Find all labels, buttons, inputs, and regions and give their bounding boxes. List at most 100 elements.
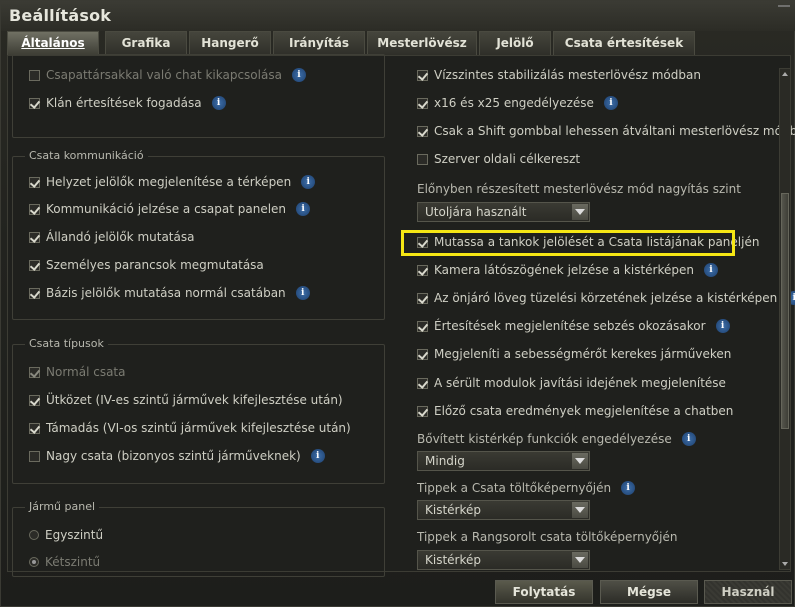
checkbox[interactable] (417, 97, 428, 109)
tab-sound[interactable]: Hangerő (189, 31, 271, 55)
checkbox[interactable] (417, 405, 428, 417)
info-icon[interactable]: i (603, 96, 618, 110)
checkbox-row[interactable]: Klán értesítések fogadása i (29, 94, 226, 112)
checkbox[interactable] (417, 320, 428, 332)
checkbox[interactable] (417, 125, 428, 137)
title-bar: Beállítások (1, 1, 795, 31)
checkbox[interactable] (29, 394, 40, 406)
checkbox-label: Bázis jelölők mutatása normál csatában (46, 286, 286, 300)
tab-general[interactable]: Általános (7, 31, 99, 56)
checkbox-row[interactable]: x16 és x25 engedélyezése i (417, 94, 618, 112)
scroll-up-icon[interactable] (780, 69, 790, 79)
chevron-down-icon[interactable] (572, 204, 588, 220)
checkbox[interactable] (417, 69, 428, 81)
checkbox-row[interactable]: Szerver oldali célkereszt (417, 150, 580, 168)
info-icon[interactable]: i (621, 481, 636, 495)
checkbox-row[interactable]: Támadás (VI-os szintű járművek kifejlesz… (29, 419, 351, 437)
info-icon[interactable]: i (296, 202, 311, 216)
radio-row[interactable]: Kétszintű (29, 553, 100, 571)
checkbox-row[interactable]: Megjeleníti a sebességmérőt kerekes járm… (417, 345, 731, 363)
minimap-label: Bővített kistérkép funkciók engedélyezés… (417, 432, 696, 446)
checkbox-label: Csapattársakkal való chat kikapcsolása (46, 68, 282, 82)
checkbox-row[interactable]: Vízszintes stabilizálás mesterlövész mód… (417, 66, 701, 84)
info-icon[interactable]: i (681, 432, 696, 446)
info-icon[interactable]: i (310, 449, 325, 463)
footer: Folytatás Mégse Használ (1, 575, 795, 607)
checkbox-row[interactable]: Helyzet jelölők megjelenítése a térképen… (29, 173, 316, 191)
checkbox-row[interactable]: Állandó jelölők mutatása (29, 228, 194, 246)
chevron-down-icon[interactable] (572, 453, 588, 469)
ranked-tips-dropdown[interactable]: Kistérkép (417, 550, 590, 570)
checkbox-label: Előző csata eredmények megjelenítése a c… (434, 404, 734, 418)
checkbox-row[interactable]: Kommunikáció jelzése a csapat panelen i (29, 200, 311, 218)
checkbox[interactable] (29, 259, 40, 271)
info-icon[interactable]: i (295, 286, 310, 300)
chevron-down-icon[interactable] (572, 552, 588, 568)
checkbox[interactable] (29, 203, 40, 215)
checkbox-label: A sérült modulok javítási idejének megje… (434, 376, 726, 390)
checkbox-label: Szerver oldali célkereszt (434, 152, 581, 166)
info-icon[interactable]: i (291, 68, 306, 82)
info-icon[interactable]: i (301, 175, 316, 189)
scroll-down-icon[interactable] (780, 559, 790, 569)
checkbox-row[interactable]: Csapattársakkal való chat kikapcsolása i (29, 66, 306, 84)
checkbox[interactable] (29, 176, 40, 188)
checkbox-row[interactable]: Nagy csata (bizonyos szintű járműveknek)… (29, 447, 325, 465)
checkbox-row[interactable]: Csak a Shift gombbal lehessen átváltani … (417, 122, 795, 140)
checkbox[interactable] (29, 422, 40, 434)
ranked-tips-label: Tippek a Rangsorolt csata töltőképernyőj… (417, 530, 678, 544)
checkbox-row[interactable]: A sérült modulok javítási idejének megje… (417, 374, 726, 392)
group-title: Csata kommunikáció (25, 149, 148, 162)
checkbox-label: Kamera látószögének jelzése a kistérképe… (434, 263, 694, 277)
checkbox[interactable] (417, 153, 428, 165)
tips-label-text: Tippek a Csata töltőképernyőjén (417, 481, 612, 495)
checkbox[interactable] (417, 377, 428, 389)
minimap-dropdown[interactable]: Mindig (417, 451, 590, 471)
checkbox-label: Nagy csata (bizonyos szintű járműveknek) (46, 449, 301, 463)
window-title: Beállítások (9, 6, 112, 25)
scrollbar[interactable] (779, 68, 791, 570)
checkbox-row[interactable]: Értesítések megjelenítése sebzés okozása… (417, 317, 730, 335)
info-icon[interactable]: i (703, 263, 718, 277)
radio-button[interactable] (29, 557, 39, 567)
tab-markers[interactable]: Jelölő (479, 31, 551, 55)
radio-row[interactable]: Egyszintű (29, 526, 103, 544)
tab-bar: Általános Grafika Hangerő Irányítás Mest… (7, 31, 795, 56)
checkbox[interactable] (417, 292, 428, 304)
checkbox-row[interactable]: Bázis jelölők mutatása normál csatában i (29, 284, 310, 302)
close-icon[interactable] (778, 5, 790, 15)
checkbox-row[interactable]: Kamera látószögének jelzése a kistérképe… (417, 261, 718, 279)
cancel-button[interactable]: Mégse (600, 580, 698, 604)
checkbox-label: Helyzet jelölők megjelenítése a térképen (46, 175, 292, 189)
checkbox-label: Állandó jelölők mutatása (46, 230, 195, 244)
scroll-thumb[interactable] (781, 193, 789, 429)
tips-dropdown[interactable]: Kistérkép (417, 500, 590, 520)
dropdown-value: Kistérkép (425, 553, 481, 567)
checkbox-row[interactable]: Előző csata eredmények megjelenítése a c… (417, 402, 733, 420)
info-icon[interactable]: i (715, 319, 730, 333)
info-icon[interactable]: i (211, 96, 226, 110)
checkbox[interactable] (29, 450, 40, 462)
chevron-down-icon[interactable] (572, 502, 588, 518)
tips-label: Tippek a Csata töltőképernyőjén i (417, 481, 636, 495)
checkbox[interactable] (29, 287, 40, 299)
checkbox[interactable] (417, 264, 428, 276)
continue-button[interactable]: Folytatás (495, 580, 593, 604)
checkbox[interactable] (29, 69, 40, 81)
checkbox[interactable] (29, 97, 40, 109)
tab-graphics[interactable]: Grafika (105, 31, 187, 55)
radio-button[interactable] (29, 530, 39, 540)
zoom-level-dropdown[interactable]: Utoljára használt (417, 202, 590, 222)
tab-battle-notifications[interactable]: Csata értesítések (553, 31, 695, 55)
checkbox-label: Megjeleníti a sebességmérőt kerekes járm… (434, 347, 732, 361)
tab-sniper[interactable]: Mesterlövész (367, 31, 477, 55)
checkbox[interactable] (29, 231, 40, 243)
checkbox-label: Ütközet (IV-es szintű járművek kifejlesz… (46, 393, 343, 407)
checkbox-label: Támadás (VI-os szintű járművek kifejlesz… (46, 421, 351, 435)
apply-button[interactable]: Használ (704, 580, 792, 604)
tab-controls[interactable]: Irányítás (273, 31, 365, 55)
checkbox-row[interactable]: Ütközet (IV-es szintű járművek kifejlesz… (29, 391, 343, 409)
checkbox[interactable] (417, 348, 428, 360)
checkbox-row[interactable]: Személyes parancsok megmutatása (29, 256, 264, 274)
checkbox-row[interactable]: Az önjáró löveg tüzelési körzetének jelz… (417, 289, 795, 307)
